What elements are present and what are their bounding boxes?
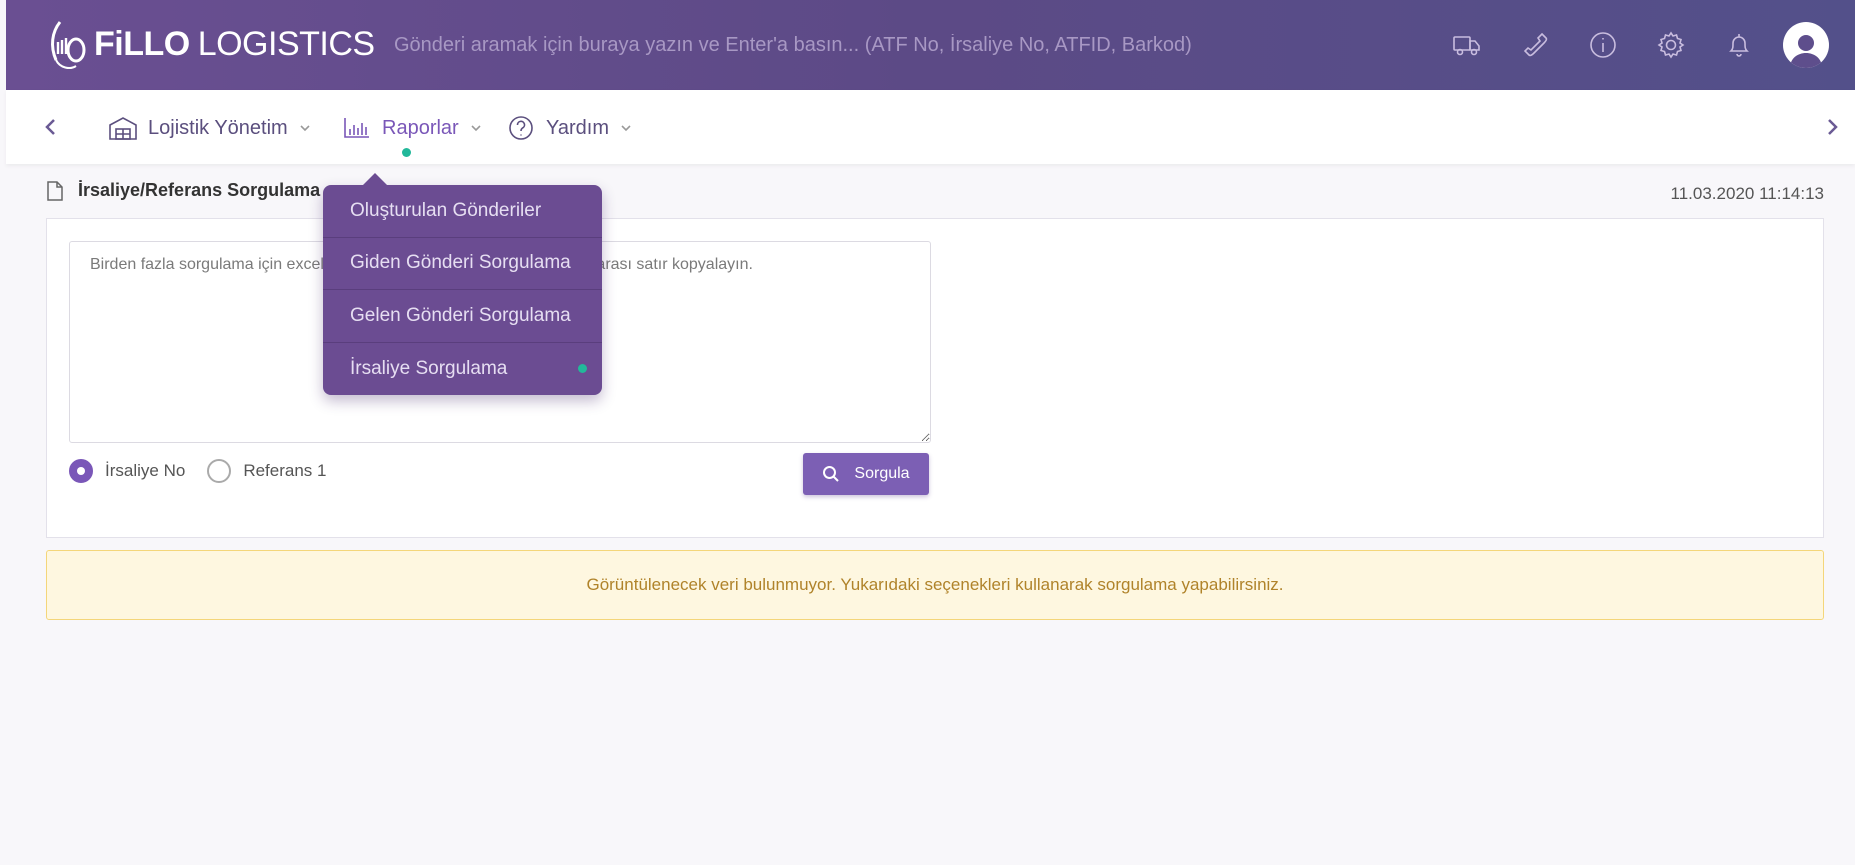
help-icon xyxy=(509,116,533,140)
menu-item-olusturulan-gonderiler[interactable]: Oluşturulan Gönderiler xyxy=(323,185,602,238)
menu-item-label: Gelen Gönderi Sorgulama xyxy=(350,304,571,326)
radio-irsaliye-no[interactable]: İrsaliye No xyxy=(69,459,185,483)
global-search-input[interactable] xyxy=(394,28,1214,62)
info-icon[interactable] xyxy=(1569,0,1637,90)
menu-item-label: Oluşturulan Gönderiler xyxy=(350,199,542,221)
chevron-right-icon xyxy=(1828,119,1838,135)
radio-label: Referans 1 xyxy=(243,461,327,480)
chevron-down-icon xyxy=(471,125,481,132)
header-actions xyxy=(1433,0,1855,90)
alert-message: Görüntülenecek veri bulunmuyor. Yukarıda… xyxy=(586,575,1284,594)
menu-item-label: Giden Gönderi Sorgulama xyxy=(350,252,571,274)
brand-bold: FiLLO xyxy=(94,24,190,63)
nav-label: Yardım xyxy=(546,116,609,139)
nav-item-yardim[interactable]: Yardım xyxy=(506,112,633,144)
warehouse-icon xyxy=(109,117,137,140)
menu-item-gelen-gonderi-sorgulama[interactable]: Gelen Gönderi Sorgulama xyxy=(323,290,602,343)
logo-mark-icon xyxy=(51,21,86,69)
sorgula-button[interactable]: Sorgula xyxy=(803,453,929,495)
truck-icon[interactable] xyxy=(1433,0,1501,90)
nav-label: Raporlar xyxy=(382,116,459,139)
brand-name: FiLLO LOGISTICS xyxy=(94,25,375,64)
menu-item-irsaliye-sorgulama[interactable]: İrsaliye Sorgulama xyxy=(323,343,602,396)
page-title: İrsaliye/Referans Sorgulama xyxy=(46,180,320,201)
brand-logo[interactable]: FiLLO LOGISTICS xyxy=(46,14,375,74)
user-avatar[interactable] xyxy=(1783,22,1829,68)
nav-prev-button[interactable] xyxy=(36,112,66,142)
page-title-text: İrsaliye/Referans Sorgulama xyxy=(78,180,321,200)
nav-item-raporlar[interactable]: Raporlar xyxy=(342,112,483,144)
radio-indicator[interactable] xyxy=(207,459,232,483)
chevron-left-icon xyxy=(45,119,55,135)
bell-icon[interactable] xyxy=(1705,0,1773,90)
raporlar-dropdown-menu: Oluşturulan Gönderiler Giden Gönderi Sor… xyxy=(323,173,602,396)
nav-item-lojistik-yonetim[interactable]: Lojistik Yönetim xyxy=(108,112,312,144)
document-icon xyxy=(47,180,63,201)
chevron-down-icon xyxy=(621,125,631,132)
nav-label: Lojistik Yönetim xyxy=(148,116,288,139)
phone-icon[interactable] xyxy=(1501,0,1569,90)
chevron-down-icon xyxy=(300,125,310,132)
menu-item-label: İrsaliye Sorgulama xyxy=(350,357,508,379)
gear-icon[interactable] xyxy=(1637,0,1705,90)
active-menu-indicator xyxy=(578,364,587,374)
query-type-radio-group: İrsaliye No Referans 1 xyxy=(69,459,348,483)
radio-referans-1[interactable]: Referans 1 xyxy=(207,459,326,483)
radio-label: İrsaliye No xyxy=(105,461,186,480)
top-header: FiLLO LOGISTICS xyxy=(6,0,1855,90)
sorgula-button-label: Sorgula xyxy=(854,465,910,482)
active-nav-indicator xyxy=(402,148,411,157)
nav-next-button[interactable] xyxy=(1817,112,1847,142)
empty-state-alert: Görüntülenecek veri bulunmuyor. Yukarıda… xyxy=(46,550,1824,620)
bar-chart-icon xyxy=(344,118,369,138)
current-datetime: 11.03.2020 11:14:13 xyxy=(1670,184,1824,203)
radio-indicator[interactable] xyxy=(69,459,93,483)
brand-light: LOGISTICS xyxy=(197,24,375,63)
menu-item-giden-gonderi-sorgulama[interactable]: Giden Gönderi Sorgulama xyxy=(323,238,602,290)
query-card: İrsaliye No Referans 1 Sorgula xyxy=(46,218,1824,538)
main-nav: Lojistik Yönetim Raporlar Yardım xyxy=(6,90,1855,164)
search-icon xyxy=(823,466,840,482)
